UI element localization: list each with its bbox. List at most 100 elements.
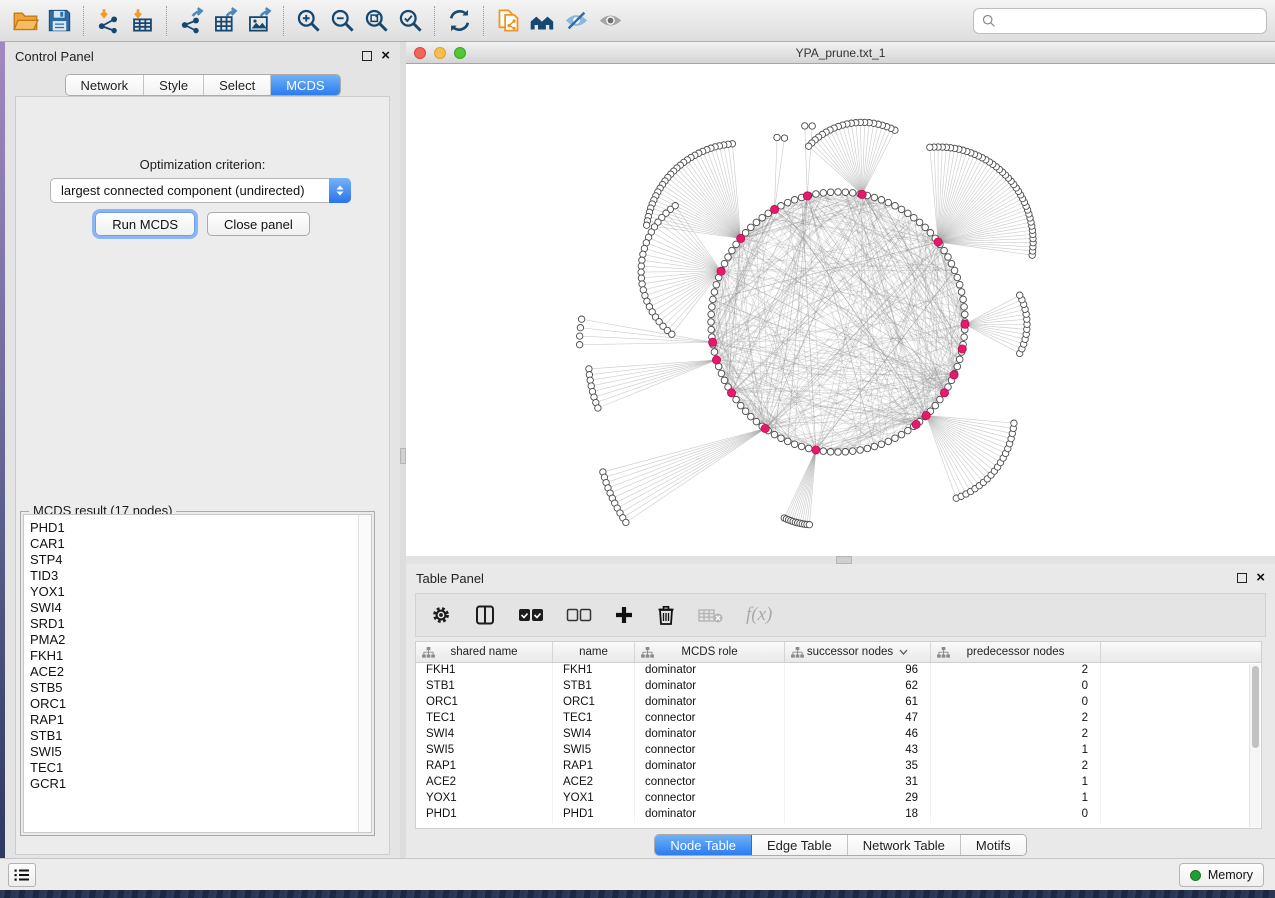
close-panel-icon[interactable]: × bbox=[381, 51, 390, 61]
memory-label: Memory bbox=[1208, 868, 1253, 882]
column-header[interactable]: successor nodes bbox=[785, 642, 931, 662]
table-row[interactable]: ORC1ORC1dominator610 bbox=[416, 695, 1261, 711]
function-builder-button[interactable]: f(x) bbox=[746, 604, 772, 626]
list-item[interactable]: SWI5 bbox=[30, 744, 358, 760]
tab-mcds[interactable]: MCDS bbox=[271, 75, 339, 95]
export-table-button[interactable] bbox=[208, 4, 242, 38]
zoom-selected-button[interactable] bbox=[393, 4, 427, 38]
gear-button[interactable] bbox=[430, 604, 452, 626]
table-row[interactable]: SWI4SWI4dominator462 bbox=[416, 727, 1261, 743]
search-field[interactable] bbox=[973, 8, 1267, 34]
network-canvas[interactable] bbox=[406, 64, 1275, 556]
list-item[interactable]: GCR1 bbox=[30, 776, 358, 792]
list-item[interactable]: TID3 bbox=[30, 568, 358, 584]
list-item[interactable]: CAR1 bbox=[30, 536, 358, 552]
search-input[interactable] bbox=[1002, 14, 1266, 29]
table-row[interactable]: ACE2ACE2connector311 bbox=[416, 775, 1261, 791]
node-table[interactable]: shared namenameMCDS rolesuccessor nodesp… bbox=[415, 641, 1262, 829]
run-mcds-button[interactable]: Run MCDS bbox=[95, 212, 195, 236]
zoom-out-icon bbox=[329, 7, 356, 34]
table-row[interactable]: SWI5SWI5connector431 bbox=[416, 743, 1261, 759]
list-item[interactable]: FKH1 bbox=[30, 648, 358, 664]
column-header[interactable]: predecessor nodes bbox=[931, 642, 1101, 662]
table-cell: SWI4 bbox=[553, 727, 635, 743]
export-image-button[interactable] bbox=[242, 4, 276, 38]
scrollbar-thumb[interactable] bbox=[1252, 666, 1259, 748]
table-cell: dominator bbox=[635, 695, 785, 711]
zoom-in-button[interactable] bbox=[291, 4, 325, 38]
delete-column-button[interactable] bbox=[656, 604, 676, 626]
open-network-button[interactable] bbox=[8, 4, 42, 38]
close-panel-icon[interactable]: × bbox=[1256, 573, 1265, 583]
import-table-button[interactable] bbox=[125, 4, 159, 38]
delete-table-button[interactable] bbox=[698, 606, 724, 624]
tab-network-table[interactable]: Network Table bbox=[848, 835, 961, 855]
list-item[interactable]: STB1 bbox=[30, 728, 358, 744]
column-header[interactable]: MCDS role bbox=[635, 642, 785, 662]
tab-network[interactable]: Network bbox=[65, 75, 144, 95]
list-item[interactable]: STP4 bbox=[30, 552, 358, 568]
save-session-button[interactable] bbox=[42, 4, 76, 38]
column-header[interactable]: name bbox=[553, 642, 635, 662]
list-item[interactable]: SWI4 bbox=[30, 600, 358, 616]
list-item[interactable]: RAP1 bbox=[30, 712, 358, 728]
table-body: FKH1FKH1dominator962STB1STB1dominator620… bbox=[416, 663, 1261, 823]
tab-node-table[interactable]: Node Table bbox=[655, 835, 752, 855]
float-panel-icon[interactable] bbox=[362, 51, 372, 61]
column-header[interactable]: shared name bbox=[416, 642, 553, 662]
list-item[interactable]: STB5 bbox=[30, 680, 358, 696]
optimization-criterion-dropdown[interactable]: largest connected component (undirected) bbox=[50, 178, 351, 203]
duplicate-network-button[interactable] bbox=[491, 4, 525, 38]
table-scrollbar[interactable] bbox=[1249, 664, 1260, 827]
columns-button[interactable] bbox=[474, 604, 496, 626]
add-column-button[interactable] bbox=[614, 605, 634, 625]
table-row[interactable]: RAP1RAP1dominator352 bbox=[416, 759, 1261, 775]
toolbar-separator bbox=[83, 6, 84, 36]
control-panel-tabs: Network Style Select MCDS bbox=[64, 74, 340, 96]
open-folder-icon bbox=[12, 7, 39, 34]
import-network-button[interactable] bbox=[91, 4, 125, 38]
table-row[interactable]: YOX1YOX1connector291 bbox=[416, 791, 1261, 807]
control-panel-title: Control Panel bbox=[15, 49, 94, 64]
hide-selected-button[interactable] bbox=[559, 4, 593, 38]
select-all-button[interactable] bbox=[518, 607, 544, 623]
memory-button[interactable]: Memory bbox=[1179, 863, 1264, 887]
list-item[interactable]: SRD1 bbox=[30, 616, 358, 632]
deselect-all-button[interactable] bbox=[566, 607, 592, 623]
table-cell: 29 bbox=[785, 791, 931, 807]
task-history-button[interactable] bbox=[8, 863, 36, 887]
network-graph[interactable] bbox=[406, 64, 1275, 556]
table-row[interactable]: FKH1FKH1dominator962 bbox=[416, 663, 1261, 679]
close-panel-button[interactable]: Close panel bbox=[207, 212, 310, 236]
table-cell: 1 bbox=[931, 743, 1101, 759]
float-panel-icon[interactable] bbox=[1237, 573, 1247, 583]
table-cell: ACE2 bbox=[553, 775, 635, 791]
refresh-layout-button[interactable] bbox=[442, 4, 476, 38]
list-item[interactable]: ORC1 bbox=[30, 696, 358, 712]
column-source-icon bbox=[422, 647, 435, 658]
table-row[interactable]: PHD1PHD1dominator180 bbox=[416, 807, 1261, 823]
splitter-handle[interactable] bbox=[836, 556, 852, 564]
tab-motifs[interactable]: Motifs bbox=[961, 835, 1026, 855]
list-item[interactable]: PHD1 bbox=[30, 520, 358, 536]
table-cell: YOX1 bbox=[416, 791, 553, 807]
export-network-button[interactable] bbox=[174, 4, 208, 38]
first-neighbors-button[interactable] bbox=[525, 4, 559, 38]
list-item[interactable]: TEC1 bbox=[30, 760, 358, 776]
table-cell: 43 bbox=[785, 743, 931, 759]
tab-select[interactable]: Select bbox=[204, 75, 271, 95]
tab-edge-table[interactable]: Edge Table bbox=[752, 835, 848, 855]
show-all-button[interactable] bbox=[593, 4, 627, 38]
list-item[interactable]: PMA2 bbox=[30, 632, 358, 648]
horizontal-splitter[interactable] bbox=[406, 556, 1275, 564]
mcds-list-scrollbar[interactable] bbox=[358, 515, 371, 832]
table-row[interactable]: TEC1TEC1connector472 bbox=[416, 711, 1261, 727]
list-item[interactable]: YOX1 bbox=[30, 584, 358, 600]
dropdown-selected-value: largest connected component (undirected) bbox=[51, 183, 330, 198]
zoom-out-button[interactable] bbox=[325, 4, 359, 38]
list-item[interactable]: ACE2 bbox=[30, 664, 358, 680]
table-row[interactable]: STB1STB1dominator620 bbox=[416, 679, 1261, 695]
zoom-fit-button[interactable] bbox=[359, 4, 393, 38]
tab-style[interactable]: Style bbox=[144, 75, 204, 95]
network-titlebar[interactable]: YPA_prune.txt_1 bbox=[406, 42, 1275, 64]
